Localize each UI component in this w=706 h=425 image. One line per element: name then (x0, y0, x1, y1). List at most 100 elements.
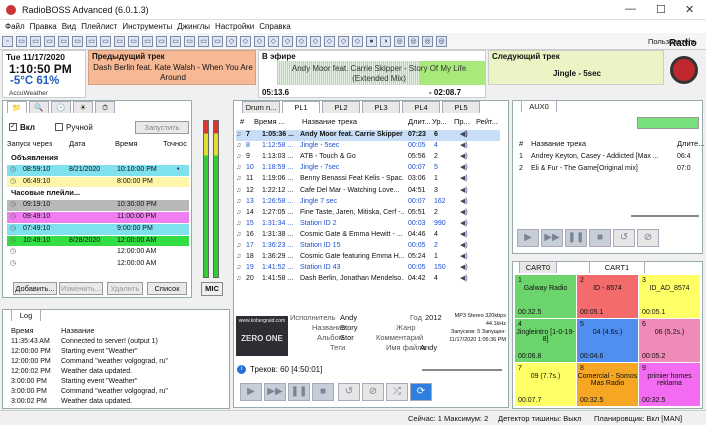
scheduler-column-header[interactable]: Запуск через (7, 139, 52, 148)
toolbar-button-icon[interactable]: ◎ (408, 36, 419, 47)
maximize-button[interactable]: ☐ (656, 3, 666, 16)
aux-row[interactable]: 1 Andrey Keyton, Casey - Addicted [Max ..… (519, 152, 703, 163)
toolbar-button-icon[interactable]: ▭ (142, 36, 153, 47)
pause-button[interactable]: ❚❚ (288, 383, 310, 401)
toolbar-button-icon[interactable]: ◇ (324, 36, 335, 47)
scheduler-tab[interactable]: 📁 (7, 101, 27, 113)
cart-button[interactable]: 4 Jingleintro [1-0-19-8] 00:06.8 (515, 319, 576, 362)
aux-tab[interactable]: AUX0 (521, 100, 557, 112)
scheduler-row[interactable]: ◷ 12:00:00 AM (7, 247, 189, 259)
toolbar-button-icon[interactable]: ◇ (226, 36, 237, 47)
toolbar-button-icon[interactable]: ◇ (282, 36, 293, 47)
stop-button[interactable]: ■ (312, 383, 334, 401)
aux-stop-button[interactable]: ■ (589, 229, 611, 247)
minimize-button[interactable]: — (625, 3, 636, 15)
run-button[interactable]: Запустить (135, 121, 189, 134)
playlist-row[interactable]: ♫ 17 1:36:23 ... Station ID 15 00:05 2 ◀) (236, 241, 500, 252)
cart0-tab[interactable]: CART0 (519, 261, 557, 273)
playlist-column-header[interactable]: Время ... (254, 117, 285, 126)
toolbar-button-icon[interactable]: ▭ (184, 36, 195, 47)
toolbar-button-icon[interactable]: ▭ (72, 36, 83, 47)
menu-item[interactable]: Джинглы (177, 20, 210, 33)
no-button[interactable]: ⊘ (362, 383, 384, 401)
edit-button[interactable]: Изменить... (59, 282, 103, 295)
toolbar-button-icon[interactable]: ● (366, 36, 377, 47)
list-button[interactable]: Список (147, 282, 187, 295)
playlist-volume-slider[interactable] (422, 369, 502, 371)
cart-button[interactable]: 7 09 (7.7s.) 00:07.7 (515, 363, 576, 406)
playlist-column-header[interactable]: Длит... (408, 117, 431, 126)
playlist-column-header[interactable]: Название трека (302, 117, 357, 126)
aux-repeat-button[interactable]: ↺ (613, 229, 635, 247)
scheduler-row[interactable]: ◷ 12:00:00 AM (7, 259, 189, 271)
menu-item[interactable]: Файл (5, 20, 25, 33)
cart-button[interactable]: 1 Galway Radio 00:32.5 (515, 275, 576, 318)
playlist-row[interactable]: ♫ 9 1:13:03 ... ATB - Touch & Go 05:56 2 ◀) (236, 152, 500, 163)
cart-button[interactable]: 6 06 (5.2s.) 00:05.2 (639, 319, 700, 362)
toolbar-button-icon[interactable]: ◎ (394, 36, 405, 47)
manual-checkbox[interactable] (55, 123, 63, 131)
aux-no-button[interactable]: ⊘ (637, 229, 659, 247)
toolbar-button-icon[interactable]: ▭ (44, 36, 55, 47)
scheduler-column-header[interactable]: Дата (69, 139, 86, 148)
playlist-tab[interactable]: PL1 (282, 101, 320, 113)
toolbar-button-icon[interactable]: ◇ (254, 36, 265, 47)
playlist-row[interactable]: ♫ 13 1:26:58 ... Jingle 7 sec 00:07 162 ◀) (236, 197, 500, 208)
aux-next-button[interactable]: ▶▶ (541, 229, 563, 247)
cart-button[interactable]: 3 ID_AD_8574 00:05.1 (639, 275, 700, 318)
toolbar-button-icon[interactable]: ◇ (310, 36, 321, 47)
scheduler-tab[interactable]: ☀ (73, 101, 93, 113)
scheduler-row[interactable]: ◷ 10:49:10 8/28/2020 12:00:00 AM (7, 235, 189, 247)
play-button[interactable]: ▶ (240, 383, 262, 401)
aux-pause-button[interactable]: ❚❚ (565, 229, 587, 247)
toolbar-button-icon[interactable]: ◇ (296, 36, 307, 47)
toolbar-button-icon[interactable]: ▭ (100, 36, 111, 47)
log-row[interactable]: 3:00:02 PM Weather data updated. (11, 397, 226, 408)
delete-button[interactable]: Удалить (107, 282, 143, 295)
toolbar-button-icon[interactable]: ◇ (240, 36, 251, 47)
toolbar-button-icon[interactable]: ◇ (352, 36, 363, 47)
playlist-row[interactable]: ♫ 8 1:12:58 ... Jingle - 5sec 00:05 4 ◀) (236, 141, 500, 152)
playlist-row[interactable]: ♫ 20 1:41:58 ... Dash Berlin, Jonathan Mend… (236, 274, 500, 285)
cart-button[interactable]: 8 Comercial - Somos Mas Radio 00:32.5 (577, 363, 638, 406)
playlist-row[interactable]: ♫ 18 1:36:29 ... Cosmic Gate featuring Emma… (236, 252, 500, 263)
menu-item[interactable]: Справка (259, 20, 290, 33)
playlist-row[interactable]: ♫ 7 1:05:36 ... Andy Moor feat. Carrie Skip… (236, 130, 500, 141)
scheduler-tab[interactable]: ⏱ (95, 101, 115, 113)
toolbar-button-icon[interactable]: ◇ (338, 36, 349, 47)
menu-item[interactable]: Правка (30, 20, 57, 33)
scheduler-row[interactable]: ◷ 07:49:10 9:00:00 PM (7, 223, 189, 235)
playlist-column-header[interactable]: Ур... (432, 117, 447, 126)
playlist-row[interactable]: ♫ 19 1:41:52 ... Station ID 43 00:05 150 ◀) (236, 263, 500, 274)
playlist-row[interactable]: ♫ 10 1:18:59 ... Jingle - 7sec 00:07 5 ◀) (236, 163, 500, 174)
toolbar-button-icon[interactable]: ◎ (436, 36, 447, 47)
toolbar-button-icon[interactable]: ▭ (16, 36, 27, 47)
scheduler-row[interactable]: Объявления (7, 153, 189, 164)
toolbar-button-icon[interactable]: ▭ (198, 36, 209, 47)
toolbar-button-icon[interactable]: ▭ (212, 36, 223, 47)
loop-button[interactable]: ⟳ (410, 383, 432, 401)
playlist-row[interactable]: ♫ 14 1:27:05 ... Fine Taste, Jaren, Mitiska… (236, 208, 500, 219)
playlist-row[interactable]: ♫ 11 1:19:06 ... Benny Benassi Feat Kelis -… (236, 174, 500, 185)
playlist-column-header[interactable]: # (240, 117, 244, 126)
aux-play-button[interactable]: ▶ (517, 229, 539, 247)
scheduler-row[interactable]: ◷ 08:59:10 8/21/2020 10:10:00 PM • (7, 164, 189, 176)
add-button[interactable]: Добавить... (13, 282, 57, 295)
toolbar-button-icon[interactable]: ▭ (58, 36, 69, 47)
scheduler-column-header[interactable]: Точнос (163, 139, 187, 148)
aux-volume-slider[interactable] (631, 215, 699, 217)
toolbar-button-icon[interactable]: ▭ (156, 36, 167, 47)
mic-button[interactable]: MIC (201, 282, 223, 296)
toolbar-button-icon[interactable]: ▭ (170, 36, 181, 47)
log-tab[interactable]: Log (11, 309, 41, 321)
playlist-row[interactable]: ♫ 12 1:22:12 ... Cafe Del Mar - Watching Lo… (236, 186, 500, 197)
toolbar-button-icon[interactable]: ▭ (128, 36, 139, 47)
repeat-button[interactable]: ↺ (338, 383, 360, 401)
toolbar-button-icon[interactable]: ◎ (422, 36, 433, 47)
menu-item[interactable]: Плейлист (81, 20, 117, 33)
menu-item[interactable]: Настройки (215, 20, 254, 33)
close-button[interactable]: ✕ (685, 3, 694, 16)
playlist-column-header[interactable]: Пр... (454, 117, 470, 126)
toolbar-button-icon[interactable]: ▭ (114, 36, 125, 47)
scheduler-row[interactable]: ◷ 09:19:10 10:30:00 PM (7, 200, 189, 212)
